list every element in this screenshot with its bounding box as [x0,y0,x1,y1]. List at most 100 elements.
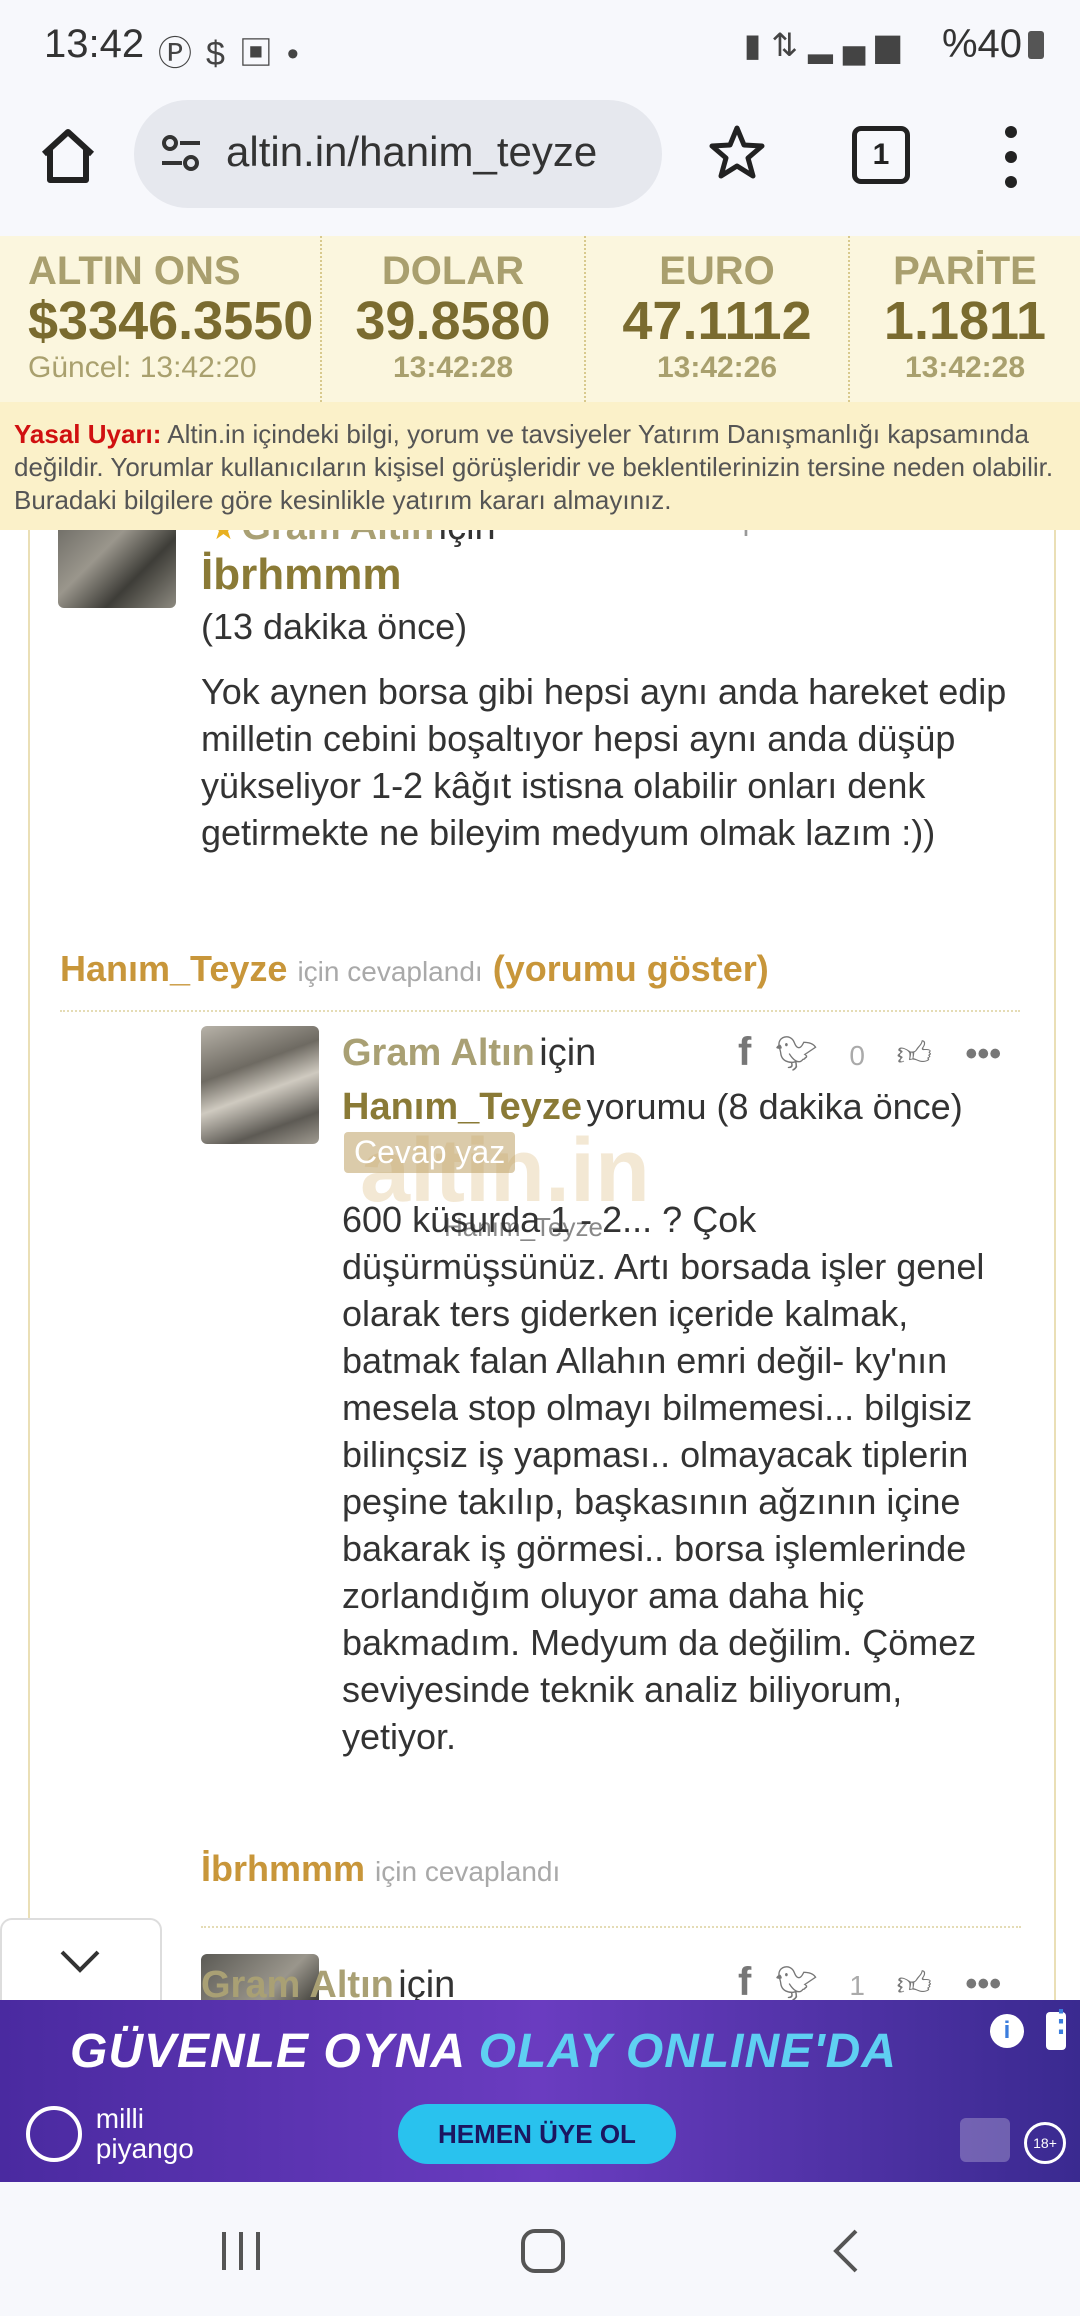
comment-icin: için [439,530,496,548]
ad-info-icon[interactable]: i [990,2014,1024,2048]
comment-icin: için [539,1032,597,1074]
ticker-dolar[interactable]: DOLAR 39.8580 13:42:28 [322,236,584,402]
ticker-time: 13:42:28 [392,351,514,384]
facebook-icon[interactable]: f [738,1960,751,2000]
pinterest-icon: Ⓟ [158,35,206,73]
reply-to-user[interactable]: Hanım_Teyze [60,948,287,989]
url-text: altin.in/hanim_teyze [226,128,598,175]
status-bar: 13:42 Ⓟ$▣• ▮⇅▂▄▆ %40 [0,0,1080,96]
ad-headline-white: GÜVENLE OYNA [70,2025,465,2078]
reply-suffix: için cevaplandı [375,1856,561,1887]
address-bar[interactable]: altin.in/hanim_teyze [134,100,662,208]
comment-topic[interactable]: Gram Altın [201,1964,394,2000]
comment-body: Yok aynen borsa gibi hepsi aynı anda har… [201,671,1007,853]
clock: 13:42 [44,22,145,66]
ticker-value: 1.1811 [883,291,1047,351]
dollar-icon: $ [206,35,239,73]
dot-icon: • [286,35,313,73]
ad-brand-line1: milli [95,2103,144,2134]
home-nav-icon[interactable] [520,2228,566,2274]
more-options-icon[interactable]: ••• [965,1965,1001,2000]
system-icons: ▮⇅▂▄▆ [744,26,910,64]
reply-info: Hanım_Teyze için cevaplandı (yorumu göst… [60,948,769,990]
more-menu-icon[interactable] [996,122,1026,192]
ticker-value: 39.8580 [355,291,551,351]
ticker-label: EURO [659,249,775,293]
gallery-icon: ▣ [238,35,287,73]
battery-indicator: %40 [942,22,1044,67]
facebook-icon[interactable]: f [742,530,750,543]
price-ticker: ALTIN ONS $3346.3550 Güncel: 13:42:20 DO… [0,236,1080,404]
thumbs-up-icon[interactable]: 👍︎ [896,1965,932,2000]
ticker-time: 13:42:28 [904,351,1026,384]
avatar[interactable] [201,1026,319,1144]
ticker-euro[interactable]: EURO 47.1112 13:42:26 [586,236,848,402]
reply-button[interactable]: Cevap yaz [344,1132,516,1173]
data-icon: ⇅ [771,27,809,63]
comment-body: 600 küsurda 1 - 2... ? Çok düşürmüşsünüz… [342,1199,985,1757]
ad-brand: milli piyango [26,2104,194,2164]
ticker-label: DOLAR [381,249,525,293]
comment-divider [60,1010,1020,1012]
system-nav-bar [0,2182,1080,2316]
ad-banner[interactable]: GÜVENLE OYNA OLAY ONLINE'DA milli piyang… [0,2000,1080,2182]
battery-percent: %40 [941,22,1022,66]
ticker-time: Güncel: 13:42:20 [28,351,257,384]
bookmark-star-icon[interactable] [706,122,768,184]
comment-author[interactable]: İbrhmmm [201,550,401,600]
notification-icons: Ⓟ$▣• [158,26,313,75]
site-settings-icon[interactable] [158,130,204,176]
milli-piyango-logo-icon [26,2106,82,2162]
like-count: 1 [849,1970,865,2000]
recent-apps-icon[interactable] [218,2230,264,2272]
browser-toolbar: altin.in/hanim_teyze 1 [0,96,1080,237]
ticker-value: 47.1112 [622,291,812,351]
comment-topic-line: ★ Gram Altın için [210,530,496,549]
reply-info: İbrhmmm için cevaplandı [201,1848,560,1890]
comment-topic-line: Gram Altın için [342,1032,596,1075]
avatar[interactable] [58,530,176,608]
ticker-altin-ons[interactable]: ALTIN ONS $3346.3550 Güncel: 13:42:20 [0,236,320,402]
show-comment-link[interactable]: (yorumu göster) [493,948,769,989]
battery-icon [1028,31,1044,59]
comment-topic[interactable]: Gram Altın [241,530,434,548]
comment-social-row: f 🐦︎ 1 👍︎ ••• [738,1960,1001,2000]
comment-icin: için [398,1964,456,2000]
ad-headline-blue: OLAY ONLINE'DA [478,2025,897,2078]
ad-badge [960,2118,1010,2162]
home-icon[interactable] [36,124,100,188]
ticker-label: ALTIN ONS [28,249,241,293]
star-icon: ★ [210,530,237,546]
ticker-time: 13:42:26 [656,351,778,384]
thumbs-up-icon[interactable]: 👍︎ [896,1035,932,1073]
ad-options-icon[interactable]: ⋮ [1046,2007,1076,2050]
comment-topic-line: Gram Altın için [201,1964,455,2000]
twitter-icon[interactable]: 🐦︎ [775,1035,818,1073]
signal-icon: ▂▄▆ [808,27,910,63]
warning-label: Yasal Uyarı: [14,419,162,449]
comment-time: (13 dakika önce) [201,606,468,647]
age-badge: 18+ [1024,2122,1066,2164]
ad-cta-button[interactable]: HEMEN ÜYE OL [398,2104,676,2164]
back-icon[interactable] [830,2228,860,2274]
twitter-icon[interactable]: 🐦︎ [775,1965,818,2000]
legal-warning: Yasal Uyarı: Altin.in içindeki bilgi, yo… [0,402,1080,530]
comment-social-row: f [742,530,750,544]
reply-to-user[interactable]: İbrhmmm [201,1848,365,1889]
ticker-value: $3346.3550 [28,291,314,351]
comment-divider [201,1926,1021,1928]
ticker-label: PARİTE [893,249,1037,293]
comment-social-row: f 🐦︎ 0 👍︎ ••• [738,1030,1001,1075]
tab-switcher-button[interactable]: 1 [852,126,910,184]
reply-suffix: için cevaplandı [297,956,483,987]
chevron-down-icon [60,1950,100,1973]
nfc-icon: ▮ [743,27,772,63]
warning-text: Altin.in içindeki bilgi, yorum ve tavsiy… [14,419,1054,515]
collapse-ad-button[interactable] [0,1918,162,2006]
ad-headline: GÜVENLE OYNA OLAY ONLINE'DA [70,2024,897,2079]
comment-topic[interactable]: Gram Altın [342,1032,535,1074]
like-count: 0 [849,1040,865,1071]
ticker-parite[interactable]: PARİTE 1.1811 13:42:28 [850,236,1080,402]
more-options-icon[interactable]: ••• [965,1035,1001,1073]
facebook-icon[interactable]: f [738,1030,751,1074]
